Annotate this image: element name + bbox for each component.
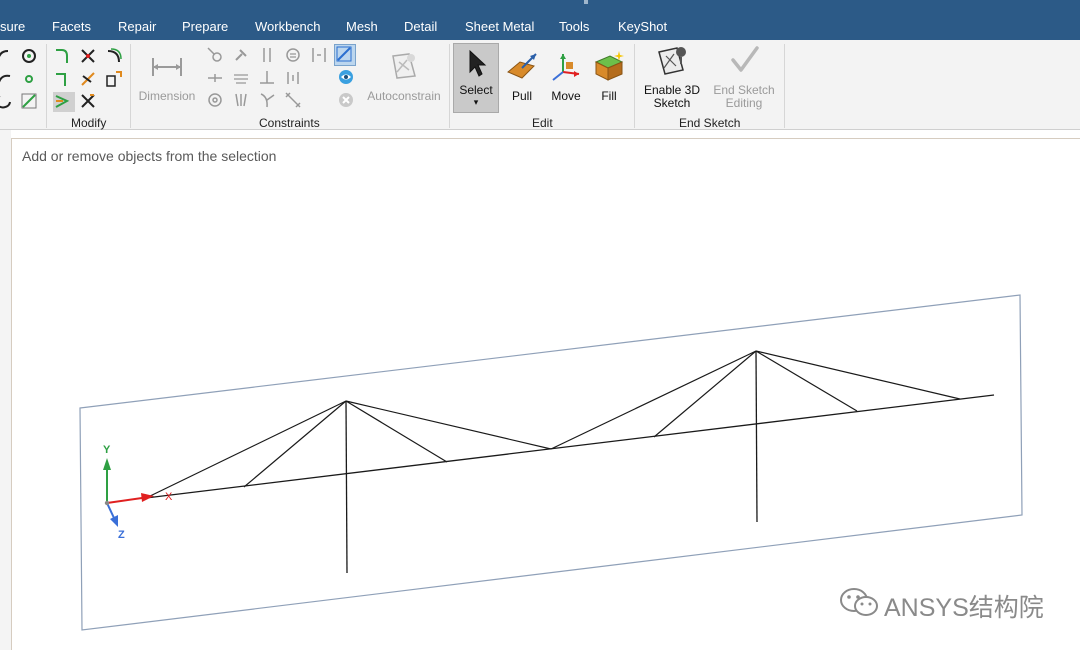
x-axis-label: X — [165, 491, 173, 503]
application-window: sure Facets Repair Prepare Workbench Mes… — [0, 0, 1080, 650]
cable[interactable] — [755, 350, 858, 412]
cable[interactable] — [145, 400, 347, 499]
sketch-plane[interactable] — [79, 294, 1023, 631]
bridge-deck-line[interactable] — [145, 394, 995, 499]
z-axis-label: Z — [118, 529, 125, 541]
origin-point — [104, 500, 110, 506]
cable[interactable] — [345, 400, 552, 450]
wechat-logo-icon — [840, 588, 878, 616]
tower-left[interactable] — [345, 400, 348, 574]
cable[interactable] — [550, 350, 757, 450]
cable[interactable] — [243, 400, 347, 488]
tower-right[interactable] — [755, 350, 758, 523]
x-axis — [106, 497, 143, 504]
y-axis-arrow-icon — [103, 458, 111, 470]
z-axis — [106, 502, 115, 519]
cable[interactable] — [755, 350, 961, 400]
sketch-scene: Y X Z — [79, 294, 1023, 631]
cable[interactable] — [345, 400, 448, 463]
axis-triad: Y X Z — [103, 444, 173, 541]
y-axis-label: Y — [103, 444, 111, 456]
cable[interactable] — [653, 350, 757, 438]
watermark-text: ANSYS结构院 — [884, 594, 1044, 622]
